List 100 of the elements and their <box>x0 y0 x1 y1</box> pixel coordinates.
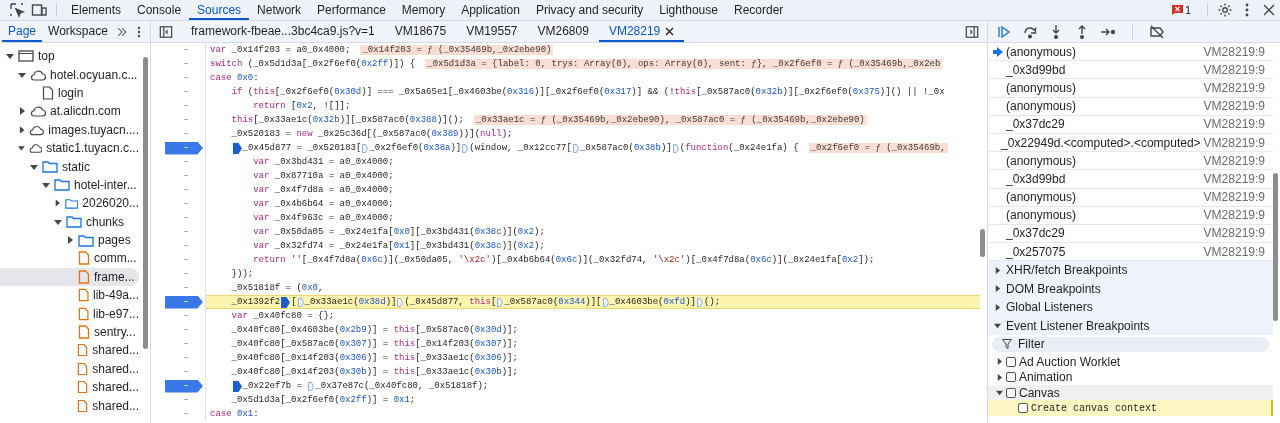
call-frame[interactable]: (anonymous) VM28219:9 <box>988 43 1273 62</box>
checkbox[interactable] <box>1006 372 1016 383</box>
expand-caret-icon[interactable] <box>994 322 1001 330</box>
line-gutter-mark[interactable]: – <box>183 129 189 139</box>
section-header[interactable]: Event Listener Breakpoints <box>988 316 1273 335</box>
navigator-tab[interactable]: Page <box>2 21 43 42</box>
line-gutter-mark[interactable]: – <box>183 185 189 195</box>
line-gutter-mark[interactable]: – <box>183 409 189 419</box>
breakpoint-marker-icon[interactable] <box>308 381 315 391</box>
deactivate-breakpoints-icon[interactable] <box>1149 23 1165 40</box>
expand-caret-icon[interactable] <box>996 389 1003 397</box>
panel-tab[interactable]: Network <box>249 0 310 20</box>
call-frame[interactable]: (anonymous) VM28219:9 <box>988 79 1273 98</box>
tree-item[interactable]: frame... <box>0 267 139 287</box>
tree-item[interactable]: pages <box>0 230 139 250</box>
line-gutter-mark[interactable]: – <box>183 227 189 237</box>
collapse-caret-icon[interactable] <box>994 285 1001 293</box>
breakpoint-marker-icon[interactable] <box>672 143 679 153</box>
section-header[interactable]: XHR/fetch Breakpoints <box>988 261 1273 280</box>
tree-item[interactable]: top <box>0 47 139 66</box>
tree-item[interactable]: static1.tuyacn.c... <box>0 138 139 158</box>
settings-icon[interactable] <box>1217 2 1233 18</box>
line-gutter-mark[interactable]: – <box>183 157 189 167</box>
line-gutter-mark[interactable]: – <box>183 59 189 69</box>
panel-tab[interactable]: Privacy and security <box>527 0 652 20</box>
call-frame[interactable]: _0x37dc29 VM28219:9 <box>988 224 1273 244</box>
breakpoint-marker-icon[interactable] <box>696 297 703 307</box>
sidebar-toggle-icon[interactable] <box>159 24 173 39</box>
filter-field[interactable]: Filter <box>1018 337 1138 352</box>
call-frame[interactable]: (anonymous) VM28219:9 <box>988 152 1273 171</box>
line-gutter-mark[interactable]: – <box>183 115 189 125</box>
collapse-caret-icon[interactable] <box>994 266 1001 274</box>
breakpoint-marker-icon[interactable] <box>281 296 291 308</box>
breakpoint-marker-icon[interactable] <box>297 297 304 307</box>
tree-item[interactable]: shared... <box>0 341 139 360</box>
call-frame[interactable]: (anonymous) VM28219:9 <box>988 97 1273 116</box>
event-item[interactable]: Create canvas context <box>988 400 1273 416</box>
panel-tab[interactable]: Recorder <box>725 0 792 20</box>
checkbox[interactable] <box>1006 356 1016 367</box>
tree-item[interactable]: at.alicdn.com <box>0 102 139 121</box>
collapse-caret-icon[interactable] <box>54 199 61 208</box>
breakpoint-marker-icon[interactable] <box>232 142 242 154</box>
device-toolbar-icon[interactable] <box>31 2 47 18</box>
line-gutter-mark[interactable]: – <box>183 395 189 405</box>
sidebar-toggle-icon[interactable] <box>965 24 979 39</box>
tree-item[interactable]: sentry... <box>0 322 139 342</box>
breakpoint-marker-icon[interactable] <box>572 143 579 153</box>
scrollbar-thumb[interactable] <box>980 229 985 257</box>
tree-item[interactable]: login <box>0 83 139 103</box>
call-frame[interactable]: _0x3d99bd VM28219:9 <box>988 170 1273 189</box>
line-gutter-mark[interactable]: – <box>183 73 189 83</box>
checkbox[interactable] <box>1018 403 1028 414</box>
line-gutter-mark[interactable]: – <box>183 325 189 335</box>
close-icon[interactable] <box>1261 2 1277 18</box>
issues-badge[interactable]: 1 <box>1171 4 1191 16</box>
tree-item[interactable]: chunks <box>0 212 139 231</box>
file-tab[interactable]: VM18675 <box>384 21 457 42</box>
tree-item[interactable]: hotel-inter... <box>0 175 139 195</box>
call-frame[interactable]: (anonymous) VM28219:9 <box>988 206 1273 225</box>
breakpoint-marker-icon[interactable] <box>362 143 369 153</box>
line-gutter-mark[interactable]: – <box>183 87 189 97</box>
navigator-tab[interactable]: Workspace <box>42 21 114 42</box>
tree-item[interactable]: shared... <box>0 378 139 397</box>
panel-tab[interactable]: Application <box>453 0 528 20</box>
section-header[interactable]: Global Listeners <box>988 298 1273 317</box>
panel-tab[interactable]: Memory <box>393 0 454 20</box>
tree-item[interactable]: 2026020... <box>0 194 139 213</box>
line-gutter-mark[interactable]: – <box>183 255 189 265</box>
file-tab[interactable]: VM28219 <box>598 21 685 42</box>
panel-tab[interactable]: Elements <box>63 0 130 20</box>
file-tab[interactable]: VM26809 <box>527 21 599 42</box>
line-gutter-mark[interactable]: – <box>183 283 189 293</box>
line-gutter-mark[interactable]: – <box>183 269 189 279</box>
line-gutter-mark[interactable]: – <box>183 101 189 111</box>
scrollbar-thumb[interactable] <box>1273 173 1278 321</box>
breakpoint-marker-icon[interactable] <box>462 143 469 153</box>
resume-icon[interactable] <box>996 23 1012 40</box>
tree-item[interactable]: images.tuyacn.... <box>0 120 139 139</box>
more-icon[interactable] <box>1245 3 1249 17</box>
event-category[interactable]: Ad Auction Worklet <box>988 353 1273 370</box>
breakpoint-marker-icon[interactable] <box>232 380 242 392</box>
file-tab[interactable]: framework-fbeae...3bc4ca9.js?v=1 <box>181 21 385 42</box>
more-icon[interactable] <box>137 25 142 38</box>
line-gutter-mark[interactable]: – <box>183 241 189 251</box>
call-frame[interactable]: (anonymous) VM28219:9 <box>988 188 1273 207</box>
tree-item[interactable]: lib-e97... <box>0 304 139 323</box>
breakpoint-marker-icon[interactable] <box>602 297 609 307</box>
panel-tab[interactable]: Console <box>129 0 190 20</box>
line-gutter-mark[interactable]: – <box>183 339 189 349</box>
tree-item[interactable]: lib-49a... <box>0 286 139 305</box>
inspect-icon[interactable] <box>9 2 25 18</box>
collapse-caret-icon[interactable] <box>66 236 74 245</box>
chevron-double-right-icon[interactable] <box>116 25 129 38</box>
scrollbar-thumb[interactable] <box>143 57 148 349</box>
tree-item[interactable]: comm... <box>0 249 139 268</box>
line-gutter-mark[interactable]: – <box>183 213 189 223</box>
tree-item[interactable]: hotel.ocyuan.c... <box>0 65 139 84</box>
event-category[interactable]: Canvas <box>988 384 1273 401</box>
file-tab[interactable]: VM19557 <box>456 21 528 42</box>
tree-item[interactable]: shared... <box>0 396 139 415</box>
